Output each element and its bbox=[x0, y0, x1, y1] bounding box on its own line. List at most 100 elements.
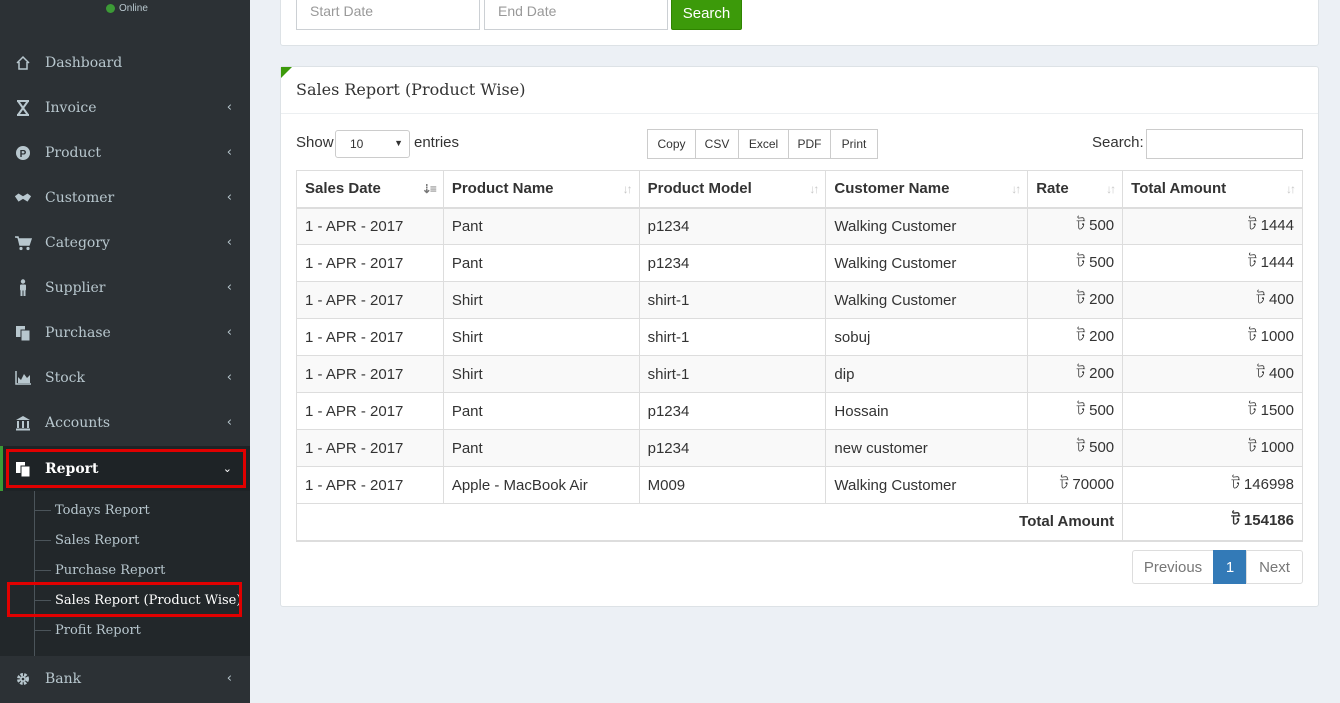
sidebar-item-stock[interactable]: Stock ‹ bbox=[0, 355, 250, 400]
cell-sales-date: 1 - APR - 2017 bbox=[296, 281, 444, 319]
submenu-label: Purchase Report bbox=[55, 562, 166, 578]
sidebar-item-label: Customer bbox=[45, 189, 115, 206]
cell-sales-date: 1 - APR - 2017 bbox=[296, 207, 444, 245]
cell-total-amount: ট 1000 bbox=[1122, 318, 1303, 356]
cell-product-name: Pant bbox=[442, 429, 640, 467]
table-row: 1 - APR - 2017 Shirt shirt-1 sobuj ট 200 ট 10… bbox=[296, 318, 1303, 356]
cell-rate: ট 500 bbox=[1027, 429, 1124, 467]
box-corner-marker bbox=[281, 67, 292, 78]
copy-button[interactable]: Copy bbox=[647, 129, 696, 159]
cell-customer-name: Walking Customer bbox=[825, 207, 1029, 245]
cell-product-name: Pant bbox=[442, 207, 640, 245]
handshake-icon bbox=[14, 189, 32, 207]
sort-icon: ↓↑ bbox=[622, 182, 633, 196]
table-row: 1 - APR - 2017 Shirt shirt-1 Walking Custom… bbox=[296, 281, 1303, 319]
cell-rate: ট 500 bbox=[1027, 244, 1124, 282]
cell-total-amount: ট 1500 bbox=[1122, 392, 1303, 430]
sidebar-item-customer[interactable]: Customer ‹ bbox=[0, 175, 250, 220]
column-header-product-name[interactable]: Product Name ↓↑ bbox=[442, 170, 640, 209]
cell-total-amount: ট 1444 bbox=[1122, 244, 1303, 282]
chevron-left-icon: ‹ bbox=[226, 671, 232, 686]
print-button[interactable]: Print bbox=[830, 129, 878, 159]
next-page-button[interactable]: Next bbox=[1246, 550, 1303, 584]
cell-product-model: p1234 bbox=[638, 392, 827, 430]
hourglass-icon bbox=[14, 99, 32, 117]
cell-total-amount: ট 1000 bbox=[1122, 429, 1303, 467]
previous-page-button[interactable]: Previous bbox=[1132, 550, 1214, 584]
cell-product-name: Pant bbox=[442, 392, 640, 430]
column-header-total-amount[interactable]: Total Amount ↓↑ bbox=[1122, 170, 1303, 209]
select-caret-icon: ▼ bbox=[394, 138, 403, 148]
cell-total-amount: ট 1444 bbox=[1122, 207, 1303, 245]
submenu-profit-report[interactable]: Profit Report bbox=[34, 615, 141, 645]
cell-product-model: p1234 bbox=[638, 207, 827, 245]
end-date-input[interactable]: End Date bbox=[484, 0, 668, 30]
sidebar-item-invoice[interactable]: Invoice ‹ bbox=[0, 85, 250, 130]
cell-sales-date: 1 - APR - 2017 bbox=[296, 355, 444, 393]
online-status: Online bbox=[106, 3, 148, 14]
sidebar-item-label: Supplier bbox=[45, 279, 106, 296]
area-chart-icon bbox=[14, 369, 32, 387]
cell-product-model: shirt-1 bbox=[638, 355, 827, 393]
bank-icon bbox=[14, 414, 32, 432]
cell-customer-name: sobuj bbox=[825, 318, 1029, 356]
cell-customer-name: Walking Customer bbox=[825, 244, 1029, 282]
sort-icon: ↓↑ bbox=[1106, 182, 1116, 196]
sidebar-item-supplier[interactable]: Supplier ‹ bbox=[0, 265, 250, 310]
sales-report-table: Sales Date ⇣≡ Product Name ↓↑ Product Mode… bbox=[295, 170, 1303, 542]
column-header-rate[interactable]: Rate ↓↑ bbox=[1027, 170, 1124, 209]
sidebar-item-report[interactable]: Report ⌄ bbox=[0, 446, 250, 491]
chevron-left-icon: ‹ bbox=[226, 415, 232, 430]
sidebar-item-label: Category bbox=[45, 234, 110, 251]
cell-sales-date: 1 - APR - 2017 bbox=[296, 318, 444, 356]
sort-asc-icon: ⇣≡ bbox=[421, 182, 437, 196]
entries-length-select[interactable]: 10 ▼ bbox=[335, 130, 410, 158]
entries-label: entries bbox=[414, 134, 460, 151]
sidebar-item-bank[interactable]: Bank ‹ bbox=[0, 656, 250, 701]
sort-icon: ↓↑ bbox=[809, 182, 819, 196]
cell-rate: ট 70000 bbox=[1027, 466, 1124, 504]
sidebar-item-label: Invoice bbox=[45, 99, 97, 116]
cell-total-amount: ট 146998 bbox=[1122, 466, 1303, 504]
chevron-left-icon: ‹ bbox=[226, 190, 232, 205]
sidebar-item-dashboard[interactable]: Dashboard bbox=[0, 40, 250, 85]
chevron-down-icon: ⌄ bbox=[222, 462, 232, 475]
csv-button[interactable]: CSV bbox=[695, 129, 739, 159]
sort-icon: ↓↑ bbox=[1011, 182, 1021, 196]
pagination: Previous 1 Next bbox=[1132, 550, 1303, 584]
copy-icon bbox=[14, 324, 32, 342]
pdf-button[interactable]: PDF bbox=[788, 129, 831, 159]
submenu-sales-report-product-wise[interactable]: Sales Report (Product Wise) bbox=[34, 585, 241, 615]
cell-product-name: Apple - MacBook Air bbox=[442, 466, 640, 504]
cell-customer-name: Walking Customer bbox=[825, 281, 1029, 319]
sidebar-item-purchase[interactable]: Purchase ‹ bbox=[0, 310, 250, 355]
column-header-sales-date[interactable]: Sales Date ⇣≡ bbox=[296, 170, 444, 209]
cell-customer-name: dip bbox=[825, 355, 1029, 393]
page-1-button[interactable]: 1 bbox=[1213, 550, 1247, 584]
submenu-purchase-report[interactable]: Purchase Report bbox=[34, 555, 165, 585]
start-date-input[interactable]: Start Date bbox=[296, 0, 480, 30]
sidebar-item-product[interactable]: P Product ‹ bbox=[0, 130, 250, 175]
home-icon bbox=[14, 54, 32, 72]
chevron-left-icon: ‹ bbox=[226, 235, 232, 250]
cell-customer-name: Walking Customer bbox=[825, 466, 1029, 504]
submenu-todays-report[interactable]: Todays Report bbox=[34, 495, 150, 525]
table-header-row: Sales Date ⇣≡ Product Name ↓↑ Product Mode… bbox=[296, 170, 1303, 209]
search-button[interactable]: Search bbox=[671, 0, 742, 30]
submenu-label: Todays Report bbox=[55, 502, 150, 518]
sidebar-item-category[interactable]: Category ‹ bbox=[0, 220, 250, 265]
cell-product-name: Pant bbox=[442, 244, 640, 282]
table-search-input[interactable] bbox=[1146, 129, 1303, 159]
sidebar-item-accounts[interactable]: Accounts ‹ bbox=[0, 400, 250, 445]
total-amount-label: Total Amount bbox=[295, 503, 1124, 542]
cell-product-model: shirt-1 bbox=[638, 318, 827, 356]
excel-button[interactable]: Excel bbox=[738, 129, 789, 159]
sidebar-item-label: Bank bbox=[45, 670, 82, 687]
cell-product-model: p1234 bbox=[638, 429, 827, 467]
submenu-sales-report[interactable]: Sales Report bbox=[34, 525, 139, 555]
table-row: 1 - APR - 2017 Pant p1234 Walking Customer ট… bbox=[296, 244, 1303, 282]
column-header-product-model[interactable]: Product Model ↓↑ bbox=[638, 170, 827, 209]
column-header-customer-name[interactable]: Customer Name ↓↑ bbox=[825, 170, 1029, 209]
chevron-left-icon: ‹ bbox=[226, 325, 232, 340]
sort-icon: ↓↑ bbox=[1286, 182, 1296, 196]
